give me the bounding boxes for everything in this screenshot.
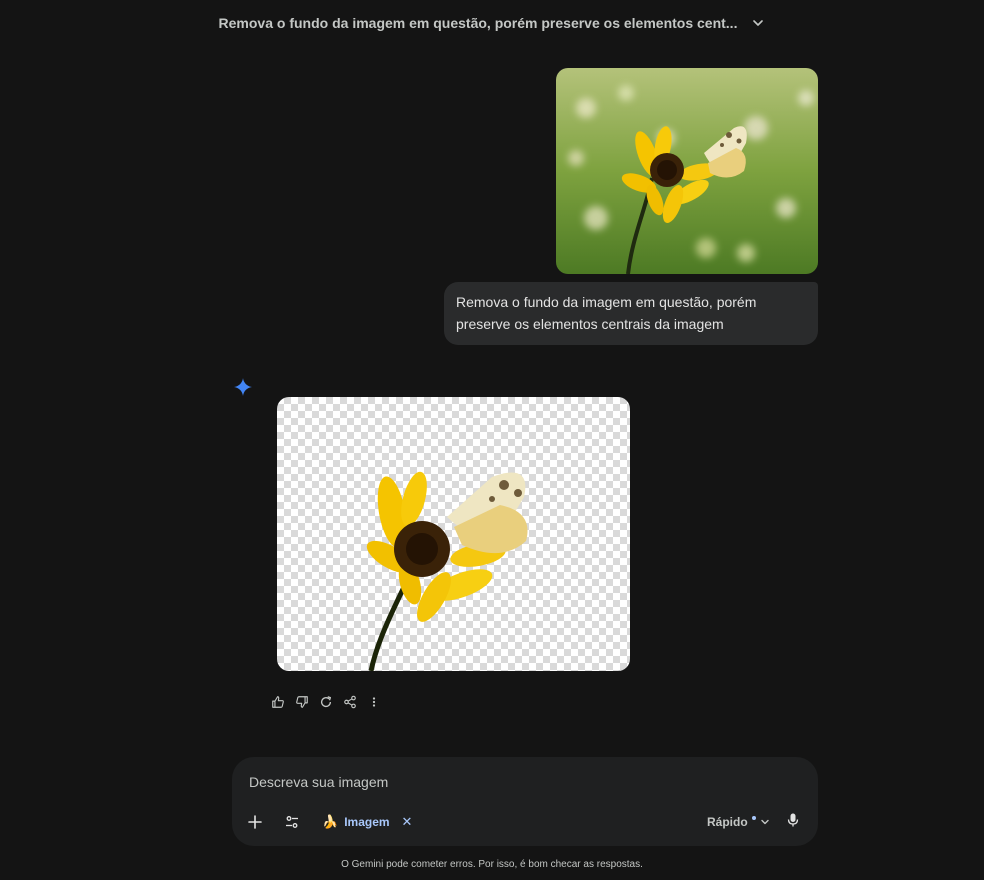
chevron-down-icon[interactable] — [751, 16, 765, 30]
more-vert-icon[interactable] — [364, 692, 384, 712]
conversation-title[interactable]: Remova o fundo da imagem em questão, por… — [219, 15, 738, 31]
microphone-icon[interactable] — [782, 809, 804, 831]
prompt-input[interactable] — [249, 772, 769, 792]
generated-image[interactable] — [277, 397, 630, 671]
share-icon[interactable] — [340, 692, 360, 712]
tools-icon[interactable] — [281, 811, 303, 833]
image-tool-chip[interactable]: 🍌 Imagem ✕ — [322, 812, 412, 832]
response-actions — [268, 692, 384, 712]
prompt-composer: 🍌 Imagem ✕ Rápido — [232, 757, 818, 846]
mode-selector[interactable]: Rápido — [707, 812, 770, 832]
thumbs-up-icon[interactable] — [268, 692, 288, 712]
add-icon[interactable] — [244, 811, 266, 833]
mode-label: Rápido — [707, 815, 748, 829]
conversation-title-bar[interactable]: Remova o fundo da imagem em questão, por… — [0, 12, 984, 34]
chevron-down-icon — [760, 819, 769, 825]
user-uploaded-image[interactable] — [556, 68, 818, 274]
image-tool-label: Imagem — [344, 815, 390, 829]
banana-icon: 🍌 — [322, 814, 339, 829]
close-icon[interactable]: ✕ — [402, 814, 413, 830]
disclaimer-text: O Gemini pode cometer erros. Por isso, é… — [341, 859, 643, 870]
redo-icon[interactable] — [316, 692, 336, 712]
user-message-text: Remova o fundo da imagem em questão, por… — [456, 294, 757, 332]
user-message-bubble: Remova o fundo da imagem em questão, por… — [444, 282, 818, 345]
gemini-sparkle-icon — [234, 378, 252, 396]
thumbs-down-icon[interactable] — [292, 692, 312, 712]
mode-indicator-dot — [751, 816, 756, 820]
